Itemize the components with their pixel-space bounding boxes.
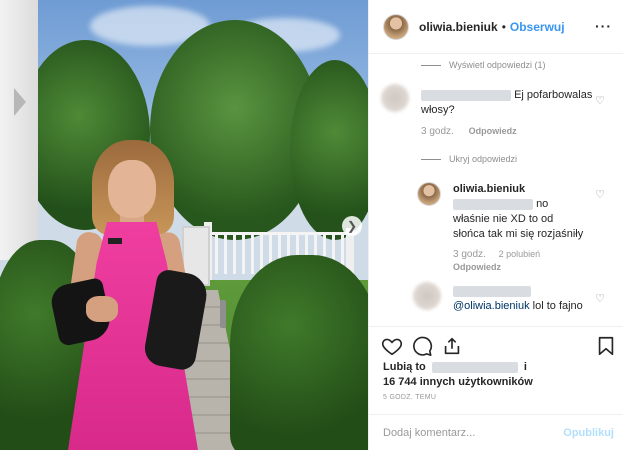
show-replies-label: Wyświetl odpowiedzi (1)	[449, 60, 546, 70]
face	[108, 160, 156, 218]
comment-text: @oliwia.bieniuk lol to fajno	[453, 284, 593, 314]
like-comment-heart-icon[interactable]: ♡	[594, 188, 606, 201]
author-username[interactable]: oliwia.bieniuk	[419, 20, 498, 34]
hands	[86, 296, 118, 322]
comment-text-part: no	[536, 198, 549, 210]
blurred-username	[453, 285, 531, 297]
add-comment-bar: Opublikuj	[369, 414, 623, 450]
blurred-username	[421, 89, 511, 101]
leather-jacket	[48, 268, 210, 372]
action-bar	[369, 326, 623, 362]
separator-dot: •	[501, 19, 506, 34]
likes-summary: Lubią to i 16 744 innych użytkowników	[383, 360, 533, 390]
comment-text: Ej pofarbowalas włosy?	[421, 88, 601, 118]
chevron-right-icon: ❯	[346, 219, 358, 233]
likes-suffix: i	[523, 361, 527, 373]
garden-lamp	[220, 300, 226, 328]
comment-likes[interactable]: 2 polubień	[499, 249, 541, 259]
likes-count-link[interactable]: 16 744 innych użytkowników	[383, 376, 533, 388]
blurred-username	[431, 361, 518, 373]
comment-time: 3 godz.	[421, 126, 454, 137]
post-header: oliwia.bieniuk • Obserwuj ···	[369, 0, 623, 54]
blurred-mention	[453, 198, 533, 210]
post-timestamp[interactable]: 5 GODZ. TEMU	[383, 394, 436, 401]
follow-button[interactable]: Obserwuj	[510, 20, 565, 34]
more-options-icon[interactable]: ···	[595, 18, 612, 34]
comment-username[interactable]: oliwia.bieniuk	[453, 183, 525, 195]
bookmark-icon[interactable]	[595, 335, 617, 357]
like-comment-heart-icon[interactable]: ♡	[594, 94, 606, 107]
publish-button[interactable]: Opublikuj	[563, 427, 614, 439]
hedge	[230, 255, 368, 450]
comment-text-part: właśnie nie XD to od	[453, 213, 554, 225]
comment-text-part: Ej pofarbowalas	[514, 89, 593, 101]
comment-icon[interactable]	[411, 335, 433, 357]
comment-meta: 3 godz. Odpowiedz	[421, 126, 517, 137]
comment-text-part: lol to fajno	[529, 300, 583, 312]
avatar[interactable]	[381, 84, 409, 112]
comments-list[interactable]: Wyświetl odpowiedzi (1) Ej pofarbowalas …	[369, 54, 623, 326]
hide-replies-label: Ukryj odpowiedzi	[449, 154, 518, 164]
likes-prefix: Lubią to	[383, 361, 426, 373]
comment-text-part: słońca tak mi się rozjaśniły	[453, 228, 584, 240]
comment-text-part: włosy?	[421, 104, 455, 116]
heart-icon[interactable]	[381, 335, 403, 357]
reply-button[interactable]: Odpowiedz	[469, 126, 517, 136]
comment-text: oliwia.bieniuk no właśnie nie XD to od s…	[453, 182, 593, 242]
avatar[interactable]	[417, 182, 441, 206]
comment-meta: 3 godz. 2 polubień Odpowiedz	[453, 248, 593, 274]
post-panel: oliwia.bieniuk • Obserwuj ··· Wyświetl o…	[368, 0, 623, 450]
divider-line	[421, 64, 441, 66]
show-replies-button[interactable]: Wyświetl odpowiedzi (1)	[421, 60, 545, 70]
avatar[interactable]	[383, 13, 409, 40]
hide-replies-button[interactable]: Ukryj odpowiedzi	[421, 154, 517, 164]
mention-link[interactable]: @oliwia.bieniuk	[453, 300, 530, 312]
tree	[290, 60, 368, 240]
post-photo[interactable]: ❯	[0, 0, 368, 450]
divider-line	[421, 158, 441, 160]
dress-logo	[108, 238, 122, 244]
reply-button[interactable]: Odpowiedz	[453, 262, 501, 272]
avatar[interactable]	[413, 282, 441, 310]
building-wall	[0, 0, 38, 260]
next-photo-button[interactable]: ❯	[342, 216, 362, 236]
share-icon[interactable]	[441, 335, 463, 357]
comment-input[interactable]	[383, 426, 564, 439]
like-comment-heart-icon[interactable]: ♡	[594, 292, 606, 305]
comment-time: 3 godz.	[453, 249, 486, 260]
